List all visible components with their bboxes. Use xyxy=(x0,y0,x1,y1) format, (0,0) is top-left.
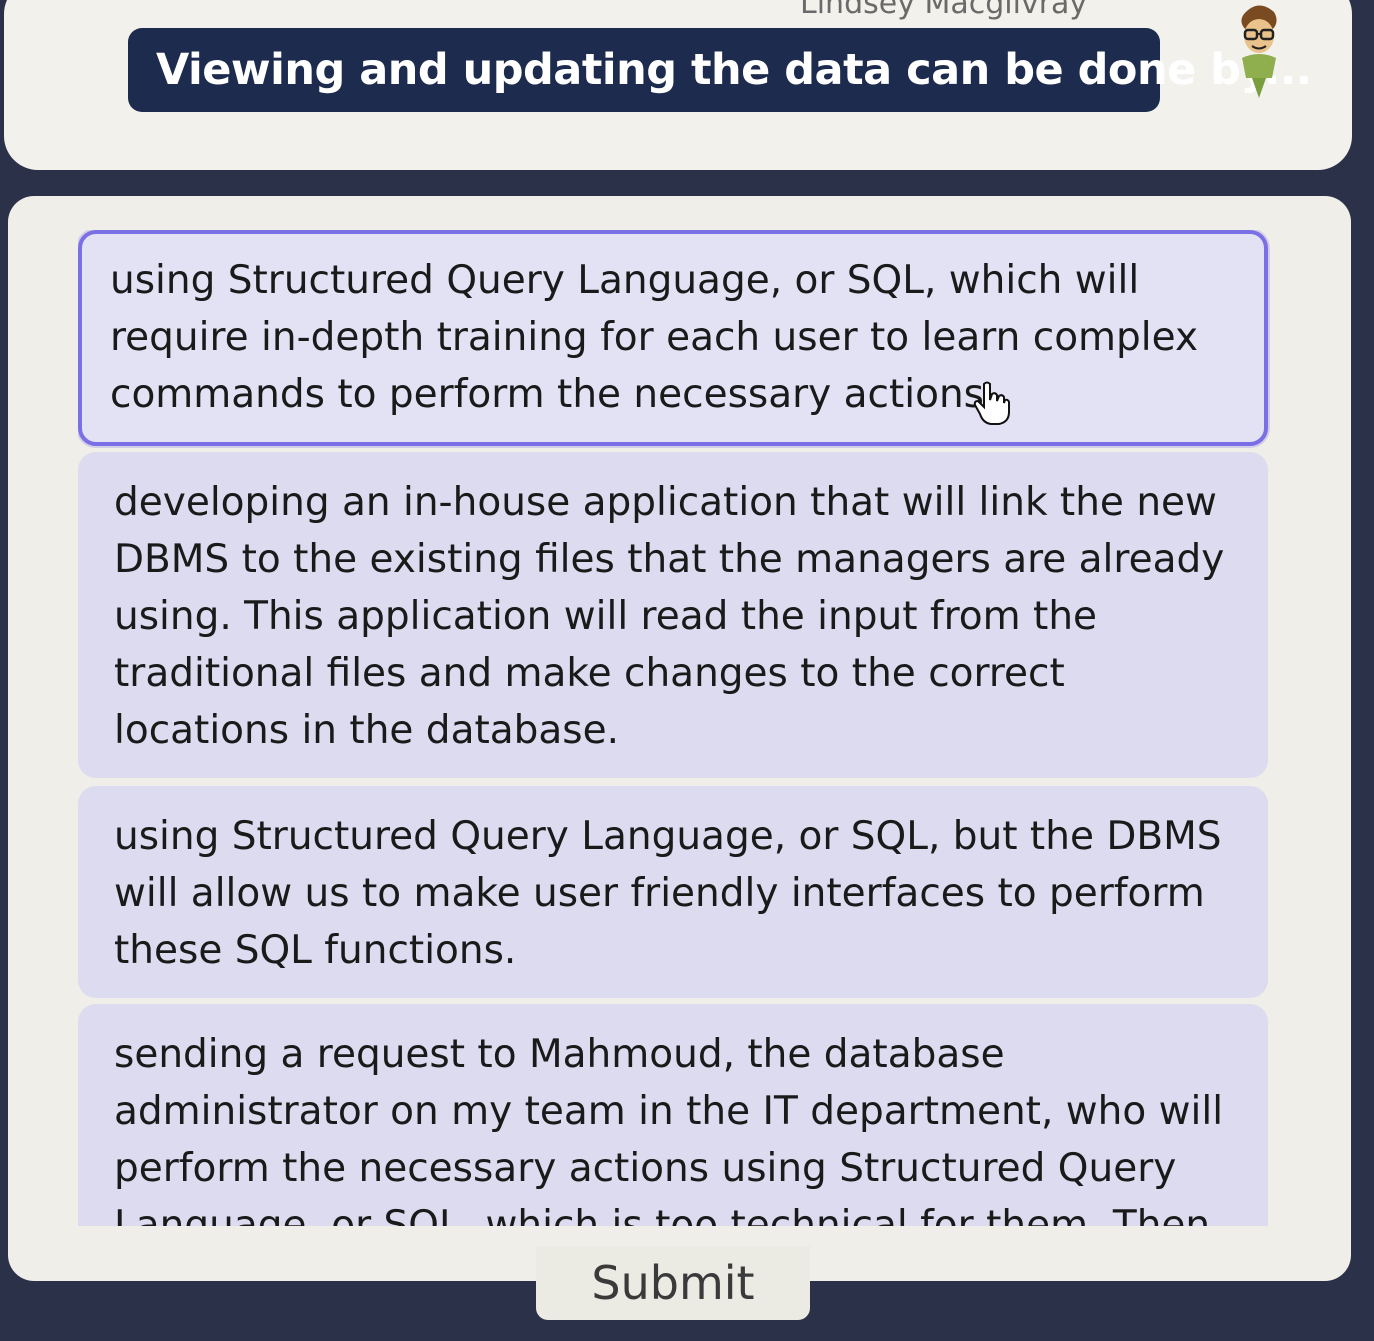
question-banner: Viewing and updating the data can be don… xyxy=(128,28,1312,112)
answers-panel: using Structured Query Language, or SQL,… xyxy=(8,196,1351,1281)
avatar xyxy=(1241,5,1277,98)
answer-option-3[interactable]: using Structured Query Language, or SQL,… xyxy=(78,786,1268,998)
speaker-name: Lindsey Macgilvray xyxy=(800,0,1088,21)
answer-option-2-text: developing an in-house application that … xyxy=(114,480,1225,753)
submit-button[interactable]: Submit xyxy=(536,1246,810,1320)
question-text: Viewing and updating the data can be don… xyxy=(156,45,1312,95)
answer-option-4-text: sending a request to Mahmoud, the databa… xyxy=(114,1032,1224,1226)
answer-option-1[interactable]: using Structured Query Language, or SQL,… xyxy=(78,230,1268,446)
answer-option-4[interactable]: sending a request to Mahmoud, the databa… xyxy=(78,1004,1268,1226)
answer-option-3-text: using Structured Query Language, or SQL,… xyxy=(114,814,1222,973)
answer-option-2[interactable]: developing an in-house application that … xyxy=(78,452,1268,778)
hand-cursor-icon xyxy=(973,381,1010,425)
answers-list: using Structured Query Language, or SQL,… xyxy=(78,230,1274,1226)
answer-option-1-text: using Structured Query Language, or SQL,… xyxy=(110,258,1199,417)
